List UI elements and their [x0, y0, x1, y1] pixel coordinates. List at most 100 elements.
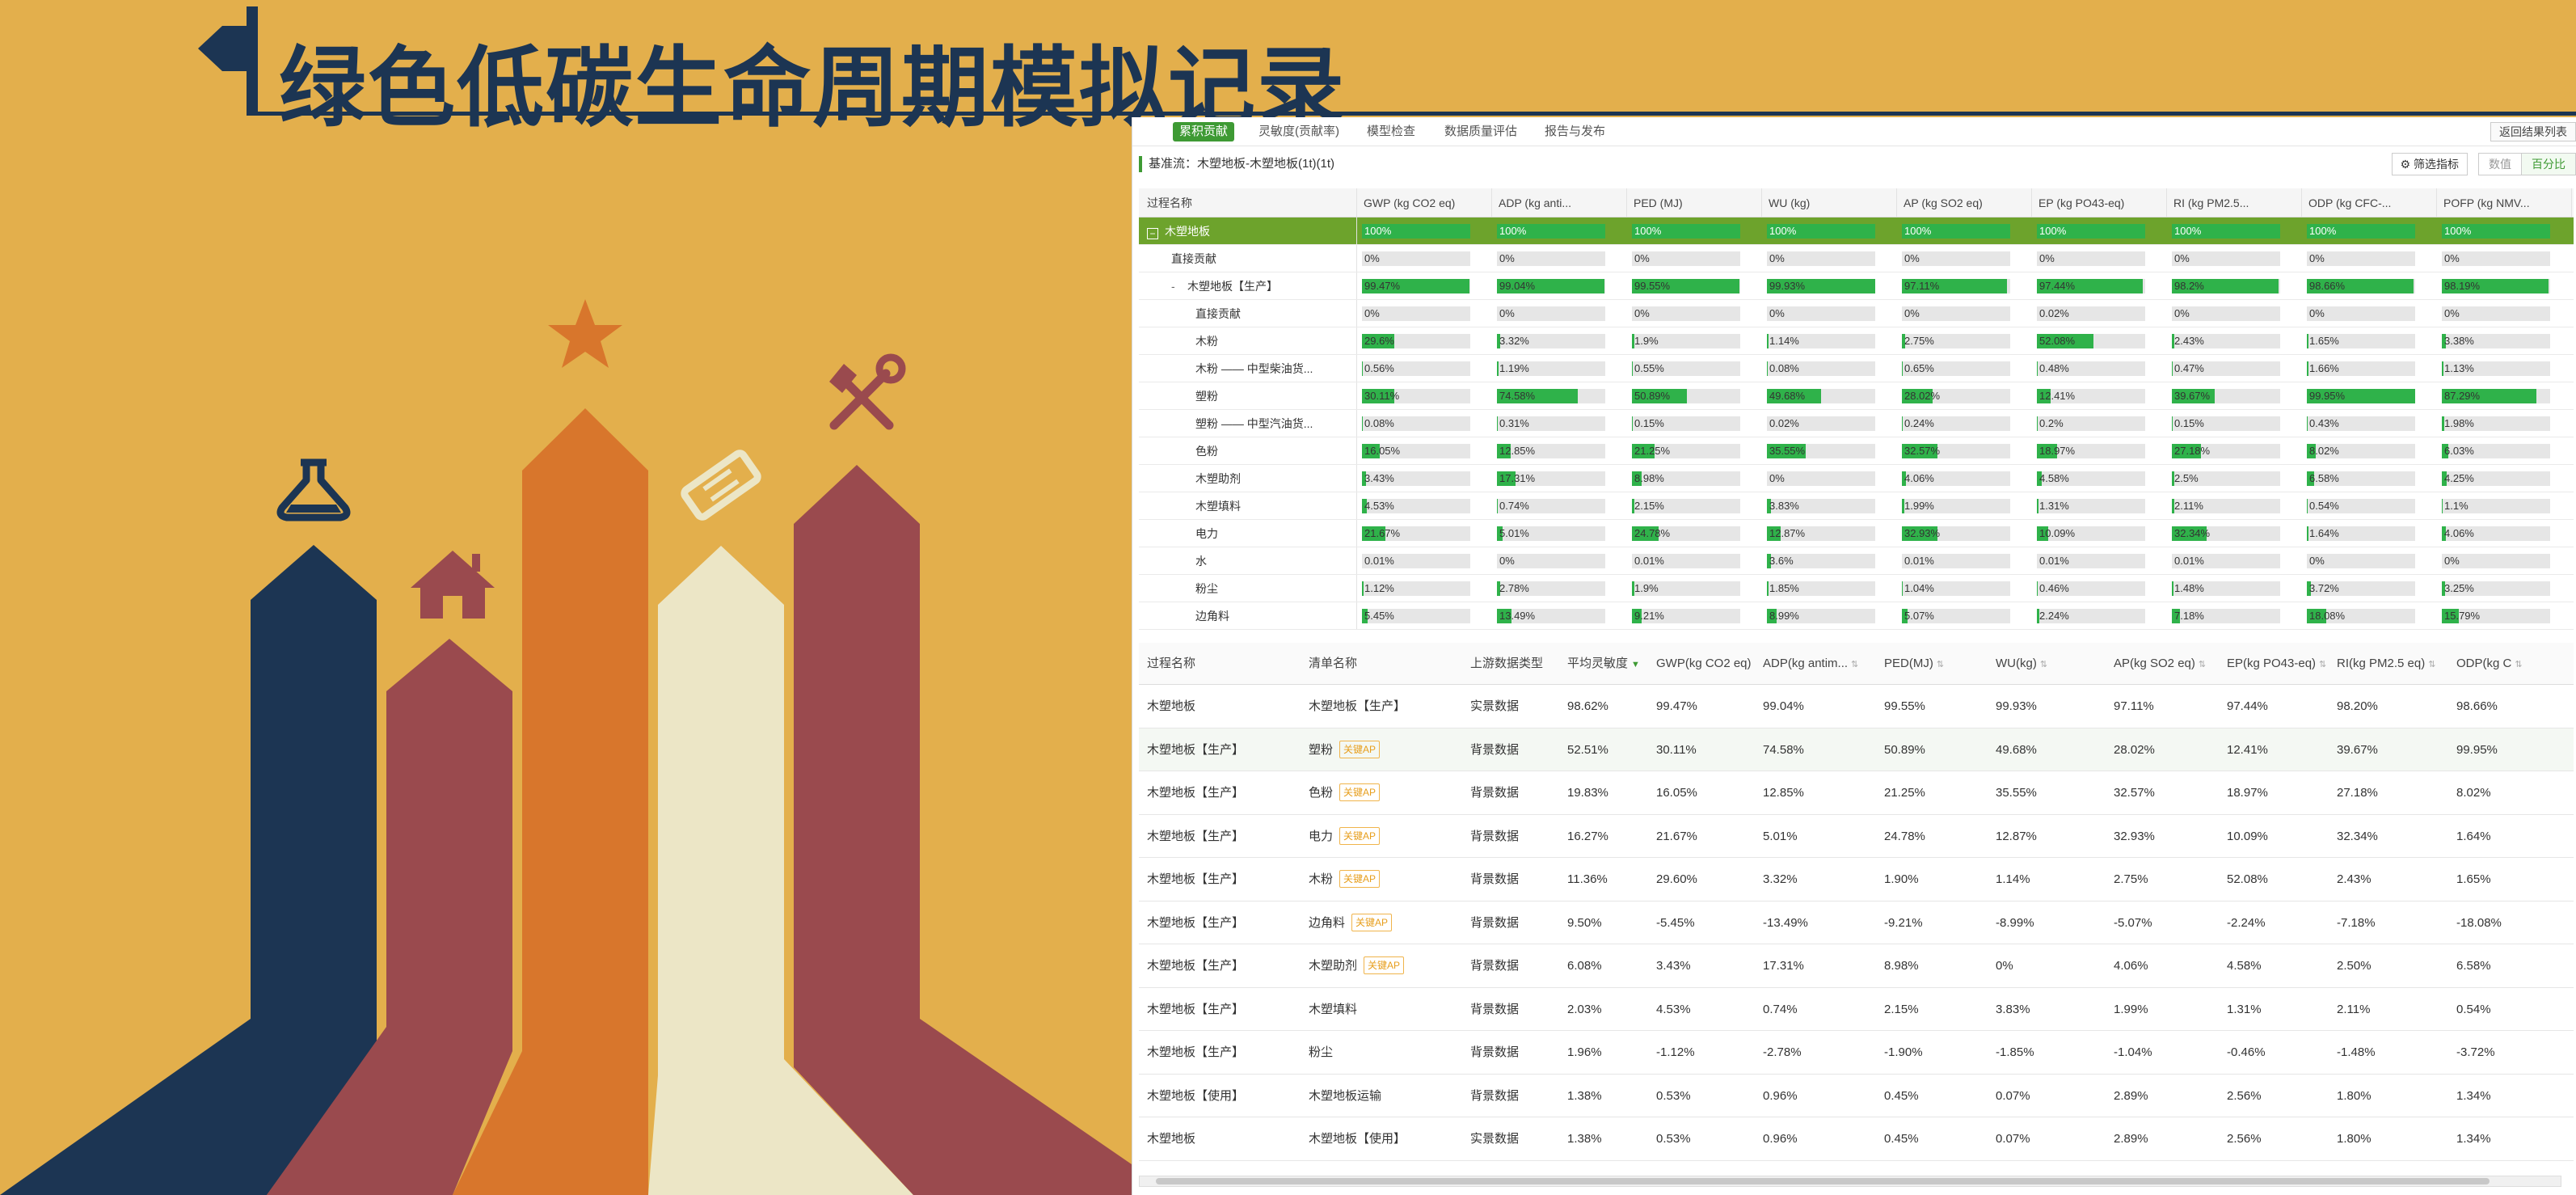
scrollbar-thumb[interactable]	[1156, 1178, 2490, 1184]
contribution-bar-fill	[1362, 581, 1364, 596]
tree-row[interactable]: 水 0.01% 0% 0.01% 3.6% 0.01% 0.01% 0.01% 0% 0%	[1139, 547, 2574, 575]
tab-report-publish[interactable]: 报告与发布	[1538, 122, 1612, 141]
sort-icon[interactable]: ⇅	[1851, 660, 1858, 669]
contribution-value: 0%	[2039, 252, 2055, 264]
detail-column-header[interactable]: 平均灵敏度 ▼	[1559, 643, 1648, 684]
tree-column-header[interactable]: ADP (kg anti...	[1492, 188, 1627, 217]
detail-row[interactable]: 木塑地板【使用】 木塑地板运输 背景数据 1.38% 0.53% 0.96% 0.45% 0.…	[1139, 1075, 2574, 1117]
tree-column-header[interactable]: RI (kg PM2.5...	[2167, 188, 2302, 217]
tree-row[interactable]: 木塑助剂 3.43% 17.31% 8.98% 0% 4.06% 4.58% 2.5% 6.58…	[1139, 465, 2574, 492]
contribution-cell: 98.19%	[2437, 272, 2572, 299]
sort-icon[interactable]: ▼	[1631, 660, 1640, 669]
detail-column-header[interactable]: GWP(kg CO2 eq)⇅	[1648, 643, 1755, 684]
contribution-value: 8.98%	[1634, 472, 1664, 484]
tree-row[interactable]: 塑粉 —— 中型汽油货... 0.08% 0.31% 0.15% 0.02% 0.24% 0…	[1139, 410, 2574, 437]
tree-row[interactable]: 木塑填料 4.53% 0.74% 2.15% 3.83% 1.99% 1.31% 2.11% 0…	[1139, 492, 2574, 520]
tree-column-header[interactable]: POFP (kg NMV...	[2437, 188, 2572, 217]
horizontal-scrollbar[interactable]	[1139, 1176, 2561, 1187]
contribution-value: 97.44%	[2039, 280, 2076, 292]
contribution-value: 0%	[1499, 307, 1515, 319]
tree-column-header[interactable]: GWP (kg CO2 eq)	[1357, 188, 1492, 217]
tree-row[interactable]: 色粉 16.05% 12.85% 21.25% 35.55% 32.57% 18.97% 27…	[1139, 437, 2574, 465]
tree-row[interactable]: 木粉 29.6% 3.32% 1.9% 1.14% 2.75% 52.08% 2.43% 1.6…	[1139, 327, 2574, 355]
contribution-value: 100%	[1499, 225, 1527, 237]
tree-row[interactable]: 木粉 —— 中型柴油货... 0.56% 1.19% 0.55% 0.08% 0.65% 0…	[1139, 355, 2574, 382]
tree-row[interactable]: - 木塑地板【生产】 99.47% 99.04% 99.55% 99.93% 97.11% 9…	[1139, 272, 2574, 300]
detail-column-header[interactable]: ODP(kg C ⇅	[2448, 643, 2576, 684]
contribution-value: 52.08%	[2039, 335, 2076, 347]
detail-column-header[interactable]: 清单名称	[1301, 643, 1462, 684]
contribution-value: 4.06%	[2444, 527, 2474, 539]
tree-column-header[interactable]: EP (kg PO43-eq)	[2032, 188, 2167, 217]
sensitivity-value-cell: 5.01%	[1763, 829, 1798, 843]
tree-row[interactable]: 塑粉 30.11% 74.58% 50.89% 49.68% 28.02% 12.41% 39…	[1139, 382, 2574, 410]
detail-column-header[interactable]: 过程名称	[1139, 643, 1301, 684]
back-to-results-button[interactable]: 返回结果列表	[2490, 122, 2576, 141]
tree-row[interactable]: − 木塑地板 100% 100% 100% 100% 100% 100% 100% 100% 100…	[1139, 217, 2574, 245]
sort-icon[interactable]: ⇅	[2515, 660, 2522, 669]
detail-row[interactable]: 木塑地板【生产】 色粉 关键AP 背景数据 19.83% 16.05% 12.85% 21.2…	[1139, 771, 2574, 815]
sensitivity-value-cell: 2.75%	[2114, 872, 2148, 886]
detail-row[interactable]: 木塑地板【生产】 木塑助剂 关键AP 背景数据 6.08% 3.43% 17.31% 8.98…	[1139, 944, 2574, 988]
contribution-value: 100%	[2039, 225, 2067, 237]
column-header-label: 上游数据类型	[1470, 657, 1544, 670]
toggle-percent[interactable]: 百分比	[2521, 154, 2575, 175]
sort-icon[interactable]: ⇅	[2428, 660, 2435, 669]
contribution-cell: 0.74%	[1492, 492, 1627, 519]
contribution-cell: 12.87%	[1762, 520, 1897, 547]
detail-row[interactable]: 木塑地板【生产】 电力 关键AP 背景数据 16.27% 21.67% 5.01% 24.78…	[1139, 815, 2574, 858]
detail-row[interactable]: 木塑地板 木塑地板【生产】 实景数据 98.62% 99.47% 99.04% 99.55%…	[1139, 685, 2574, 728]
tree-row[interactable]: 粉尘 1.12% 2.78% 1.9% 1.85% 1.04% 0.46% 1.48% 3.72…	[1139, 575, 2574, 602]
collapse-toggle-icon[interactable]: -	[1171, 272, 1179, 299]
tree-column-header[interactable]: 过程名称	[1139, 188, 1357, 217]
filter-indicators-button[interactable]: ⚙ 筛选指标	[2391, 153, 2468, 175]
tree-column-header[interactable]: WU (kg)	[1762, 188, 1897, 217]
tree-row[interactable]: 边角料 5.45% 13.49% 9.21% 8.99% 5.07% 2.24% 7.18% 1…	[1139, 602, 2574, 630]
contribution-value: 15.79%	[2444, 610, 2481, 622]
contribution-cell: 1.65%	[2302, 327, 2437, 354]
detail-row[interactable]: 木塑地板【生产】 边角料 关键AP 背景数据 9.50% -5.45% -13.49% -9.…	[1139, 902, 2574, 944]
contribution-cell: 49.68%	[1762, 382, 1897, 409]
tab-sensitivity[interactable]: 灵敏度(贡献率)	[1252, 122, 1346, 141]
sort-icon[interactable]: ⇅	[2319, 660, 2326, 669]
detail-column-header[interactable]: ADP(kg antim... ⇅	[1755, 643, 1876, 684]
tree-column-header[interactable]: ODP (kg CFC-...	[2302, 188, 2437, 217]
sort-icon[interactable]: ⇅	[2199, 660, 2206, 669]
tree-column-header[interactable]: PED (MJ)	[1627, 188, 1762, 217]
sensitivity-value-cell: 3.43%	[1656, 959, 1691, 973]
detail-row[interactable]: 木塑地板 木塑地板【使用】 实景数据 1.38% 0.53% 0.96% 0.45% 0.07…	[1139, 1117, 2574, 1161]
tab-model-check[interactable]: 模型检查	[1360, 122, 1422, 141]
contribution-cell: 0.01%	[1357, 547, 1492, 574]
detail-column-header[interactable]: EP(kg PO43-eq) ⇅	[2219, 643, 2329, 684]
contribution-bar: 0%	[2172, 251, 2280, 266]
tab-data-quality[interactable]: 数据质量评估	[1438, 122, 1524, 141]
contribution-bar: 52.08%	[2037, 334, 2145, 348]
tree-row[interactable]: 电力 21.67% 5.01% 24.78% 12.87% 32.93% 10.09% 32.…	[1139, 520, 2574, 547]
detail-column-header[interactable]: AP(kg SO2 eq) ⇅	[2106, 643, 2219, 684]
detail-column-header[interactable]: PED(MJ) ⇅	[1876, 643, 1988, 684]
tree-row[interactable]: 直接贡献 0% 0% 0% 0% 0% 0.02% 0% 0% 0%	[1139, 300, 2574, 327]
contribution-bar: 0.2%	[2037, 416, 2145, 431]
collapse-toggle-icon[interactable]: −	[1147, 228, 1158, 239]
tree-row[interactable]: 直接贡献 0% 0% 0% 0% 0% 0% 0% 0% 0%	[1139, 245, 2574, 272]
upstream-type-cell-text: 背景数据	[1470, 872, 1520, 886]
detail-row[interactable]: 木塑地板【生产】 粉尘 背景数据 1.96% -1.12% -2.78% -1.90% -1.…	[1139, 1031, 2574, 1075]
contribution-value: 0.15%	[2174, 417, 2204, 429]
contribution-bar: 5.01%	[1497, 526, 1605, 541]
sort-icon[interactable]: ⇅	[2040, 660, 2047, 669]
detail-column-header[interactable]: 上游数据类型	[1462, 643, 1559, 684]
detail-column-header[interactable]: RI(kg PM2.5 eq) ⇅	[2329, 643, 2448, 684]
contribution-cell: 3.6%	[1762, 547, 1897, 574]
tab-cumulative-contribution[interactable]: 累积贡献	[1173, 122, 1235, 141]
detail-column-header[interactable]: WU(kg) ⇅	[1988, 643, 2106, 684]
tree-column-header[interactable]: AP (kg SO2 eq)	[1897, 188, 2032, 217]
contribution-bar: 100%	[1632, 224, 1740, 239]
contribution-bar: 74.58%	[1497, 389, 1605, 403]
detail-row[interactable]: 木塑地板【生产】 塑粉 关键AP 背景数据 52.51% 30.11% 74.58% 50.8…	[1139, 728, 2574, 771]
sort-icon[interactable]: ⇅	[1937, 660, 1944, 669]
contribution-cell: 100%	[2437, 217, 2572, 244]
toggle-value[interactable]: 数值	[2479, 154, 2521, 175]
contribution-bar: 1.98%	[2442, 416, 2550, 431]
detail-row[interactable]: 木塑地板【生产】 木粉 关键AP 背景数据 11.36% 29.60% 3.32% 1.90%…	[1139, 858, 2574, 902]
detail-row[interactable]: 木塑地板【生产】 木塑填料 背景数据 2.03% 4.53% 0.74% 2.15% 3.83…	[1139, 988, 2574, 1031]
